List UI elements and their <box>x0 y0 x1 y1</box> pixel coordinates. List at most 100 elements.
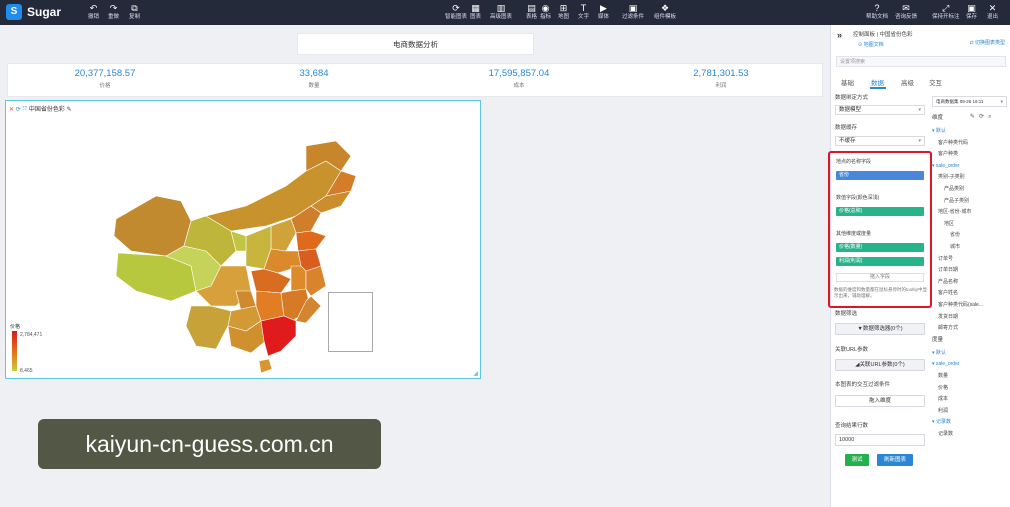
kpi-label: 价格 <box>99 83 111 89</box>
kpi-cost: 17,595,857.04 成本 <box>449 67 589 91</box>
field-item[interactable]: 价格 <box>938 385 948 391</box>
bind-mode-select[interactable]: 数据模型 <box>835 105 925 115</box>
interaction-drop-zone[interactable]: 拖入维度 <box>835 395 925 407</box>
tab-interaction[interactable]: 交互 <box>929 77 942 87</box>
toolbar-icon: ⤢ <box>942 3 950 13</box>
other-field-chip[interactable]: 价格(数量) <box>836 243 924 252</box>
bind-mode-label: 数据绑定方式 <box>835 95 869 101</box>
collapse-panel-icon[interactable]: » <box>837 30 842 40</box>
toolbar-label: 咨询反馈 <box>895 14 918 20</box>
other-field-chip[interactable]: 利润(利润) <box>836 257 924 266</box>
refresh-icon[interactable]: ⟳ <box>979 114 988 120</box>
field-item[interactable]: 订单号 <box>938 256 953 262</box>
toolbar-button[interactable]: ▣ 过滤条件 <box>622 3 644 21</box>
toolbar-button[interactable]: ✉ 咨询反馈 <box>895 3 917 21</box>
location-field-chip[interactable]: 省份 <box>836 171 924 180</box>
toolbar-icon: ▥ <box>496 3 506 13</box>
other-field-label: 其他维度或度量 <box>836 231 872 237</box>
toolbar-label: 复制 <box>129 14 141 20</box>
field-item[interactable]: 客户种类代码(sale... <box>938 302 983 308</box>
china-map-card[interactable]: ✕ ⟳ ⤧ 中国省份色彩 ✎ 价格 2,784,471 8,465 ◢ <box>5 100 481 379</box>
toolbar-button[interactable]: ▣ 保存 <box>966 3 977 21</box>
toolbar-icon: T <box>580 3 587 13</box>
kpi-value: 2,781,301.53 <box>693 68 749 79</box>
tab-advanced[interactable]: 高级 <box>901 77 914 87</box>
toolbar-button[interactable]: ↶ 撤销 <box>88 3 99 21</box>
active-tab-underline <box>870 87 886 89</box>
field-item[interactable]: 类别-子类别 <box>938 174 965 180</box>
map-doc-link[interactable]: ⊙ 地图文档 <box>858 41 884 48</box>
tab-data[interactable]: 数据 <box>871 77 884 87</box>
edit-icon[interactable]: ✎ <box>970 114 979 120</box>
field-item[interactable]: 城市 <box>950 244 960 250</box>
field-item[interactable]: 客户种类 <box>938 151 958 157</box>
toolbar-button[interactable]: ▤ 表格 <box>526 3 537 21</box>
dashboard-title-card[interactable]: 电商数据分析 <box>297 33 534 55</box>
field-folder[interactable]: ▾ sale_order <box>932 163 960 169</box>
toolbar-button[interactable]: ? 帮助文档 <box>866 3 888 21</box>
field-tools: ✎⟳⌕ <box>970 113 995 121</box>
toolbar-button[interactable]: T 文字 <box>578 3 589 21</box>
kpi-label: 数量 <box>308 83 320 89</box>
field-folder[interactable]: ▾ 默认 <box>932 350 946 356</box>
province-zhejiang <box>305 265 327 297</box>
toolbar-button[interactable]: ❖ 组件模板 <box>654 3 676 21</box>
china-province-map[interactable] <box>6 101 482 380</box>
value-field-chip[interactable]: 价格(总和) <box>836 207 924 216</box>
field-item[interactable]: 利润 <box>938 408 948 414</box>
field-item[interactable]: 地区 <box>944 221 954 227</box>
toolbar-icon: ▤ <box>527 3 536 13</box>
toolbar-button[interactable]: ▶ 媒体 <box>598 3 609 21</box>
toolbar-icon: ⧉ <box>131 3 138 13</box>
field-item[interactable]: 地区-省份-城市 <box>938 209 971 215</box>
limit-label: 查询结果行数 <box>835 423 869 429</box>
field-item[interactable]: 省份 <box>950 232 960 238</box>
test-button[interactable]: 测试 <box>845 454 869 466</box>
tab-basic[interactable]: 基础 <box>841 77 854 87</box>
field-item[interactable]: 订单日期 <box>938 267 958 273</box>
resize-handle-icon[interactable]: ◢ <box>473 370 478 377</box>
field-item[interactable]: 客户种类代码 <box>938 140 968 146</box>
toolbar-button[interactable]: ▥ 高级图表 <box>490 3 512 21</box>
cache-select[interactable]: 不缓存 <box>835 136 925 146</box>
dataset-select[interactable]: 电商数据集 09-26 19:11 <box>932 96 1007 107</box>
toolbar-label: 重做 <box>108 14 120 20</box>
toolbar-button[interactable]: ⊞ 地图 <box>558 3 569 21</box>
field-item[interactable]: 数量 <box>938 373 948 379</box>
legend-max: 2,784,471 <box>20 332 43 338</box>
field-folder[interactable]: ▾ 默认 <box>932 128 946 134</box>
field-item[interactable]: 产品子类别 <box>944 198 969 204</box>
color-legend-bar[interactable] <box>12 331 17 371</box>
field-item[interactable]: 邮寄方式 <box>938 325 958 331</box>
toolbar-button[interactable]: ◉ 指标 <box>540 3 551 21</box>
settings-search-input[interactable]: 设置项搜索 <box>836 56 1006 67</box>
field-item[interactable]: 客户姓名 <box>938 290 958 296</box>
toolbar-label: 保持开标注 <box>932 14 960 20</box>
refresh-chart-button[interactable]: 刷新图表 <box>877 454 913 466</box>
province-guangdong <box>260 315 297 357</box>
kpi-card[interactable]: 20,377,158.57 价格 33,684 数量 17,595,857.04… <box>7 63 823 97</box>
toolbar-button[interactable]: ▦ 图表 <box>470 3 481 21</box>
field-folder[interactable]: ▾ sale_order <box>932 361 960 367</box>
toolbar-icon: ❖ <box>660 3 670 13</box>
search-icon[interactable]: ⌕ <box>988 114 995 120</box>
toolbar-button[interactable]: ⧉ 复制 <box>129 3 140 21</box>
toolbar-button[interactable]: ⟳ 智能图表 <box>445 3 467 21</box>
switch-chart-type-link[interactable]: ⇄ 切换图表类型 <box>969 39 1005 46</box>
province-shanxi <box>270 218 297 252</box>
field-folder[interactable]: ▾ 记录数 <box>932 419 951 425</box>
field-item[interactable]: 成本 <box>938 396 948 402</box>
kpi-label: 成本 <box>513 83 525 89</box>
field-item[interactable]: 产品名称 <box>938 279 958 285</box>
data-filter-button[interactable]: ▼数据筛选器(0个) <box>835 323 925 335</box>
drop-field-zone[interactable]: 拖入字段 <box>836 273 924 282</box>
limit-input[interactable]: 10000 <box>835 434 925 446</box>
toolbar-label: 高级图表 <box>490 14 513 20</box>
toolbar-button[interactable]: ✕ 退出 <box>987 3 998 21</box>
url-param-button[interactable]: ◢关联URL参数(0个) <box>835 359 925 371</box>
field-item[interactable]: 发货日期 <box>938 314 958 320</box>
toolbar-button[interactable]: ↷ 重做 <box>108 3 119 21</box>
field-item[interactable]: 记录数 <box>938 431 953 437</box>
toolbar-button[interactable]: ⤢ 保持开标注 <box>932 3 960 21</box>
field-item[interactable]: 产品类别 <box>944 186 964 192</box>
